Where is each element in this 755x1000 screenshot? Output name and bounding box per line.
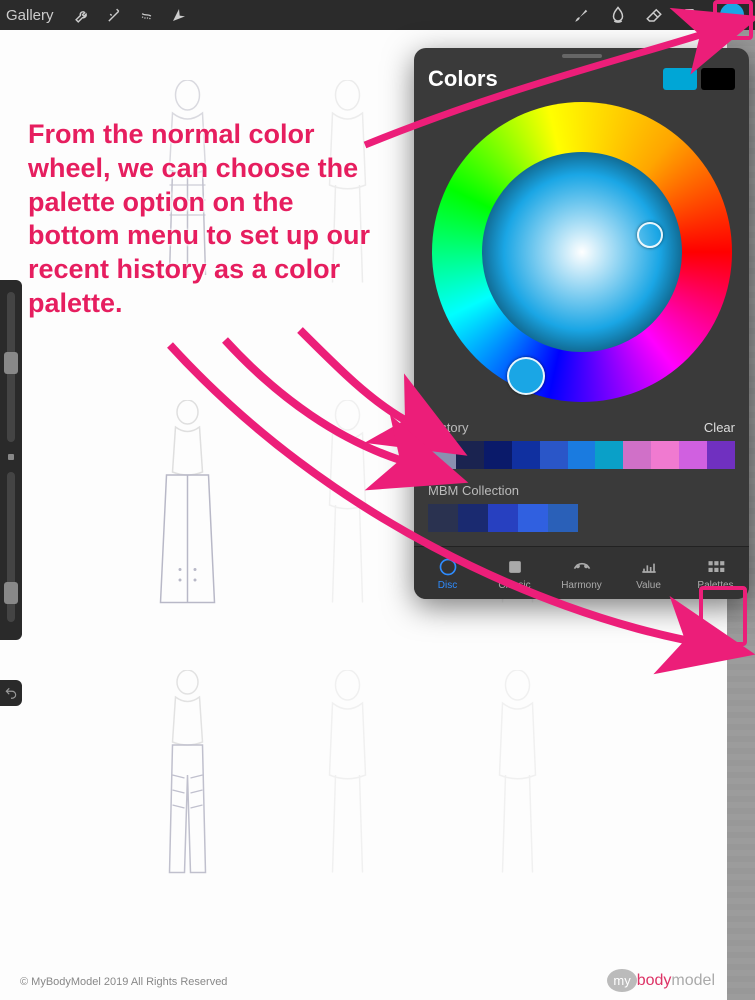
history-swatch[interactable] [512, 441, 540, 469]
disc-icon [414, 557, 481, 577]
tab-harmony[interactable]: Harmony [548, 547, 615, 599]
eraser-icon[interactable] [641, 2, 667, 28]
side-slider-panel [0, 280, 22, 640]
brand-logo: mybodymodel [607, 972, 715, 990]
croquis-sketch [140, 400, 235, 610]
modify-button[interactable] [8, 454, 14, 460]
saturation-value-disc[interactable] [482, 152, 682, 352]
transform-arrow-icon[interactable] [166, 2, 192, 28]
wand-icon[interactable] [102, 2, 128, 28]
harmony-icon [548, 557, 615, 577]
history-swatch[interactable] [568, 441, 596, 469]
tab-classic[interactable]: Classic [481, 547, 548, 599]
collection-swatches [414, 502, 749, 546]
annotation-text: From the normal color wheel, we can choo… [28, 118, 388, 321]
undo-button[interactable] [0, 680, 22, 706]
value-icon [615, 557, 682, 577]
slider-thumb[interactable] [4, 582, 18, 604]
slider-thumb[interactable] [4, 352, 18, 374]
history-swatch[interactable] [707, 441, 735, 469]
history-swatch[interactable] [623, 441, 651, 469]
clear-history-button[interactable]: Clear [704, 420, 735, 435]
color-panel-tabbar: Disc Classic Harmony Value Palettes [414, 546, 749, 599]
tab-label: Disc [438, 580, 457, 591]
top-toolbar: Gallery [0, 0, 755, 30]
collection-swatch[interactable] [548, 504, 578, 532]
layers-icon[interactable] [677, 2, 703, 28]
history-label: History [428, 420, 468, 435]
collection-swatch[interactable] [428, 504, 458, 532]
tab-label: Palettes [697, 580, 733, 591]
panel-title: Colors [428, 66, 498, 92]
tab-label: Value [636, 580, 661, 591]
sv-marker[interactable] [637, 222, 663, 248]
selection-icon[interactable] [134, 2, 160, 28]
tab-palettes[interactable]: Palettes [682, 547, 749, 599]
current-color-swatch[interactable] [663, 68, 697, 90]
collection-swatch[interactable] [518, 504, 548, 532]
gallery-button[interactable]: Gallery [6, 7, 54, 24]
history-swatch[interactable] [679, 441, 707, 469]
history-swatch[interactable] [651, 441, 679, 469]
tab-disc[interactable]: Disc [414, 547, 481, 599]
tab-label: Harmony [561, 580, 602, 591]
toolbar-left-group: Gallery [6, 2, 192, 28]
color-wheel[interactable] [432, 102, 732, 402]
smudge-icon[interactable] [605, 2, 631, 28]
collection-swatch[interactable] [488, 504, 518, 532]
tab-label: Classic [498, 580, 530, 591]
secondary-color-swatch[interactable] [701, 68, 735, 90]
hue-marker[interactable] [507, 357, 545, 395]
history-swatch[interactable] [456, 441, 484, 469]
history-swatches [414, 439, 749, 479]
brush-icon[interactable] [569, 2, 595, 28]
colors-panel: Colors History Clear MBM Collection Disc… [414, 48, 749, 599]
history-swatch[interactable] [540, 441, 568, 469]
history-swatch[interactable] [484, 441, 512, 469]
tab-value[interactable]: Value [615, 547, 682, 599]
croquis-sketch [140, 670, 235, 880]
history-swatch[interactable] [595, 441, 623, 469]
history-swatch[interactable] [428, 441, 456, 469]
brush-opacity-slider[interactable] [7, 472, 15, 622]
wrench-icon[interactable] [70, 2, 96, 28]
collection-swatch[interactable] [458, 504, 488, 532]
palettes-icon [682, 557, 749, 577]
copyright-text: © MyBodyModel 2019 All Rights Reserved [20, 976, 227, 988]
classic-icon [481, 557, 548, 577]
collection-label: MBM Collection [414, 479, 749, 502]
annotation-highlight-color-button [713, 0, 753, 40]
brush-size-slider[interactable] [7, 292, 15, 442]
